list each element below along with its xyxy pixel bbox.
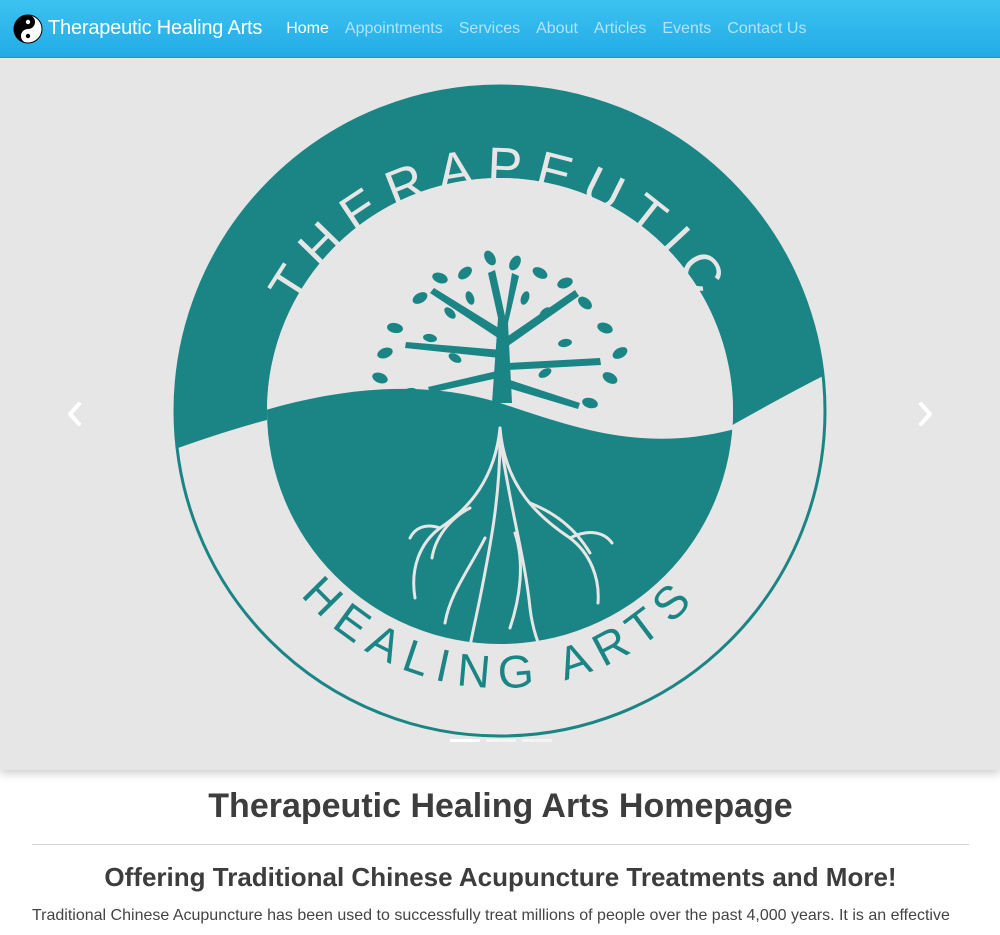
top-navbar: Therapeutic Healing Arts Home Appointmen… [0,0,1000,58]
main-content: Therapeutic Healing Arts Homepage Offeri… [32,770,969,928]
nav-item-events[interactable]: Events [654,0,719,58]
main-nav: Home Appointments Services About Article… [278,0,814,58]
page-title: Therapeutic Healing Arts Homepage [208,787,793,825]
page-subtitle: Offering Traditional Chinese Acupuncture… [104,862,897,892]
chevron-right-icon [919,402,932,426]
carousel-prev-button[interactable] [55,394,95,434]
nav-item-appointments[interactable]: Appointments [337,0,451,58]
divider [32,844,969,845]
brand-link[interactable]: Therapeutic Healing Arts [13,0,262,58]
intro-paragraph: Traditional Chinese Acupuncture has been… [32,907,950,924]
hero-carousel: THERAPEUTIC HEALING ARTS [0,58,1000,770]
yin-yang-icon [13,14,43,43]
chevron-left-icon [68,402,81,426]
carousel-indicators [450,739,552,742]
nav-item-contact-us[interactable]: Contact Us [719,0,814,58]
nav-item-services[interactable]: Services [451,0,528,58]
therapeutic-healing-arts-logo: THERAPEUTIC HEALING ARTS [173,84,827,738]
carousel-next-button[interactable] [905,394,945,434]
nav-item-about[interactable]: About [528,0,586,58]
carousel-indicator-2[interactable] [486,739,516,742]
nav-item-home[interactable]: Home [278,0,337,58]
nav-item-articles[interactable]: Articles [586,0,654,58]
brand-name: Therapeutic Healing Arts [48,17,263,39]
carousel-indicator-3[interactable] [522,739,552,742]
carousel-indicator-1[interactable] [450,739,480,742]
